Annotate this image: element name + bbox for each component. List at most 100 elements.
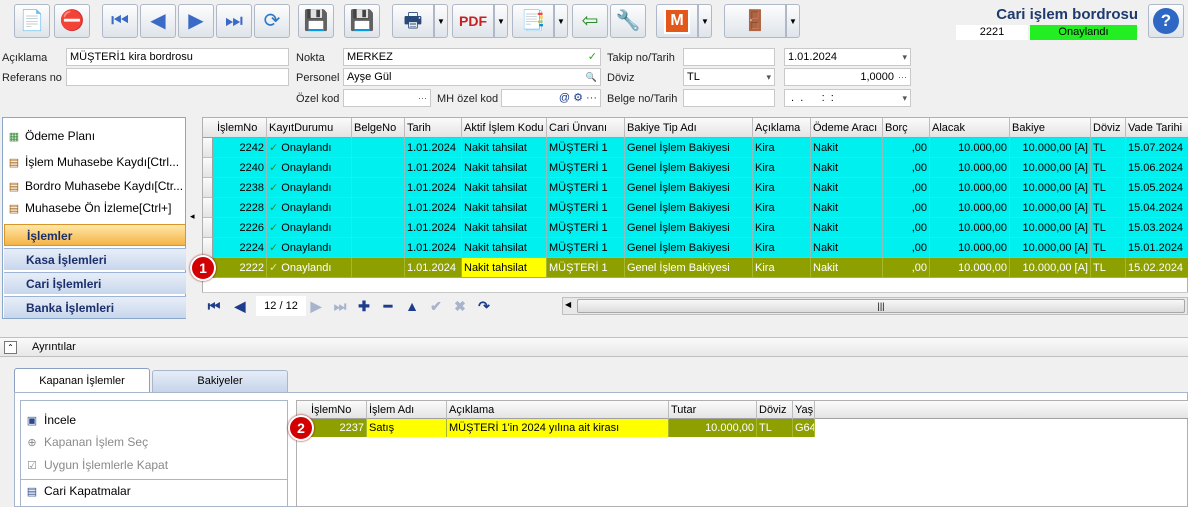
column-header[interactable]: Bakiye Tip Adı (625, 118, 753, 138)
prev-page-icon[interactable]: ◀ (230, 296, 250, 316)
column-header[interactable]: Yaş (793, 401, 815, 419)
nav-group-islemler[interactable]: İşlemler (4, 224, 186, 246)
details-bar[interactable]: ⌃ Ayrıntılar (0, 337, 1188, 357)
m-dropdown[interactable]: ▼ (698, 4, 712, 38)
column-header[interactable]: Döviz (1091, 118, 1126, 138)
aciklama-field[interactable]: MÜŞTERİ1 kira bordrosu (66, 48, 289, 66)
scroll-thumb[interactable]: ||| (577, 299, 1185, 313)
add-record-icon[interactable]: ✚ (354, 296, 374, 316)
nokta-field[interactable]: MERKEZ ✓ (343, 48, 601, 66)
belge-label: Belge no/Tarih (607, 93, 678, 105)
next-page-icon[interactable]: ▶ (306, 296, 326, 316)
tab-bakiyeler[interactable]: Bakiyeler (152, 370, 288, 392)
column-header[interactable]: Döviz (757, 401, 793, 419)
first-record-button[interactable]: ⏮ (102, 4, 138, 38)
save-icon: 💾 (303, 10, 329, 32)
cari-kapatmalar-action[interactable]: ▤ Cari Kapatmalar (25, 481, 131, 501)
row-indicator[interactable] (203, 158, 213, 178)
post-edit-icon[interactable]: ✔ (426, 296, 446, 316)
table-cell: 10.000,00 (930, 238, 1010, 258)
pdf-button[interactable]: PDF (452, 4, 494, 38)
row-indicator[interactable] (203, 138, 213, 158)
table-row[interactable]: 2228 ✓ Onaylandı 1.01.2024 Nakit tahsilat MÜ… (203, 198, 1188, 218)
nav-islem-muhasebe[interactable]: ▤ İşlem Muhasebe Kaydı[Ctrl... (7, 152, 183, 172)
column-header[interactable]: Borç (883, 118, 930, 138)
previous-record-button[interactable]: ◀ (140, 4, 176, 38)
table-row[interactable]: 2222 ✓ Onaylandı 1.01.2024 Nakit tahsilat MÜ… (203, 258, 1188, 278)
import-button[interactable]: ⇦ (572, 4, 608, 38)
last-record-button[interactable]: ⏭ (216, 4, 252, 38)
column-header[interactable]: Alacak (930, 118, 1010, 138)
personel-field[interactable]: Ayşe Gül 🔍 (343, 68, 601, 86)
refresh-button[interactable]: ⟳ (254, 4, 290, 38)
belge-date-field[interactable]: . . : : ▾ (784, 89, 911, 107)
column-header[interactable]: Cari Ünvanı (547, 118, 625, 138)
column-header[interactable]: Açıklama (753, 118, 811, 138)
table-row[interactable]: 2238 ✓ Onaylandı 1.01.2024 Nakit tahsilat MÜ… (203, 178, 1188, 198)
belge-no-field[interactable] (683, 89, 775, 107)
export-dropdown[interactable]: ▼ (554, 4, 568, 38)
delete-record-icon[interactable]: ━ (378, 296, 398, 316)
last-page-icon[interactable]: ⏭ (330, 296, 350, 316)
column-header[interactable]: İşlem Adı (367, 401, 447, 419)
tab-kapanan-islemler[interactable]: Kapanan İşlemler (14, 368, 150, 392)
column-header[interactable]: Bakiye (1010, 118, 1091, 138)
row-indicator[interactable] (203, 198, 213, 218)
column-header[interactable]: İşlemNo (309, 401, 367, 419)
table-row[interactable]: 2242 ✓ Onaylandı 1.01.2024 Nakit tahsilat MÜ… (203, 138, 1188, 158)
column-header[interactable]: Ödeme Aracı (811, 118, 883, 138)
referans-field[interactable] (66, 68, 289, 86)
nav-group-banka[interactable]: Banka İşlemleri (4, 296, 186, 318)
exit-button[interactable]: 🚪 (724, 4, 786, 38)
new-document-button[interactable]: 📄 (14, 4, 50, 38)
column-header[interactable]: Açıklama (447, 401, 669, 419)
table-row[interactable]: 2240 ✓ Onaylandı 1.01.2024 Nakit tahsilat MÜ… (203, 158, 1188, 178)
table-row[interactable]: 2237 Satış MÜŞTERİ 1'in 2024 yılına ait ki… (297, 419, 815, 437)
row-indicator[interactable] (203, 178, 213, 198)
kapanan-islem-sec-action[interactable]: ⊕ Kapanan İşlem Seç (25, 432, 148, 452)
table-row[interactable]: 2224 ✓ Onaylandı 1.01.2024 Nakit tahsilat MÜ… (203, 238, 1188, 258)
refresh-data-icon[interactable]: ↷ (474, 296, 494, 316)
column-header[interactable]: KayıtDurumu (267, 118, 352, 138)
column-header[interactable]: Tutar (669, 401, 757, 419)
nav-group-kasa[interactable]: Kasa İşlemleri (4, 248, 186, 270)
save-button[interactable]: 💾 (298, 4, 334, 38)
column-header[interactable]: BelgeNo (352, 118, 405, 138)
doviz-select[interactable]: TL ▾ (683, 68, 775, 86)
print-button[interactable]: 🖶 (392, 4, 434, 38)
nav-muhasebe-onizleme[interactable]: ▤ Muhasebe Ön İzleme[Ctrl+] (7, 198, 183, 218)
delete-document-button[interactable]: ⛔ (54, 4, 90, 38)
horizontal-scrollbar[interactable]: ◀ ||| (562, 297, 1188, 315)
column-header[interactable]: İşlemNo (215, 118, 267, 138)
table-row[interactable]: 2226 ✓ Onaylandı 1.01.2024 Nakit tahsilat MÜ… (203, 218, 1188, 238)
ozelkod-field[interactable]: ··· (343, 89, 431, 107)
takip-no-field[interactable] (683, 48, 775, 66)
export-button[interactable]: 📑 (512, 4, 554, 38)
incele-action[interactable]: ▣ İncele (25, 410, 76, 430)
nav-odeme-plani[interactable]: ▦ Ödeme Planı (7, 126, 183, 146)
print-dropdown[interactable]: ▼ (434, 4, 448, 38)
mhozelkod-field[interactable]: @ ⚙ ··· (501, 89, 601, 107)
nav-bordro-muhasebe[interactable]: ▤ Bordro Muhasebe Kaydı[Ctr... (7, 176, 183, 196)
column-header[interactable]: Tarih (405, 118, 462, 138)
edit-record-icon[interactable]: ▲ (402, 296, 422, 316)
save-close-button[interactable]: 💾 (344, 4, 380, 38)
uygun-islemlerle-kapat-action[interactable]: ☑ Uygun İşlemlerle Kapat (25, 455, 168, 475)
cancel-edit-icon[interactable]: ✖ (450, 296, 470, 316)
tools-button[interactable]: 🔧 (610, 4, 646, 38)
table-cell: 10.000,00 (930, 178, 1010, 198)
nav-splitter[interactable]: ◂ (188, 117, 200, 319)
pdf-dropdown[interactable]: ▼ (494, 4, 508, 38)
exit-dropdown[interactable]: ▼ (786, 4, 800, 38)
takip-date-field[interactable]: 1.01.2024 ▾ (784, 48, 911, 66)
column-header[interactable]: Aktif İşlem Kodu (462, 118, 547, 138)
m-button[interactable]: M (656, 4, 698, 38)
nav-group-cari[interactable]: Cari İşlemleri (4, 272, 186, 294)
row-indicator[interactable] (203, 218, 213, 238)
help-button[interactable]: ? (1148, 4, 1184, 38)
next-record-button[interactable]: ▶ (178, 4, 214, 38)
kur-field[interactable]: 1,0000 ··· (784, 68, 911, 86)
column-header[interactable]: Vade Tarihi (1126, 118, 1188, 138)
cell-text: Onaylandı (281, 162, 332, 174)
first-page-icon[interactable]: ⏮ (204, 296, 224, 316)
